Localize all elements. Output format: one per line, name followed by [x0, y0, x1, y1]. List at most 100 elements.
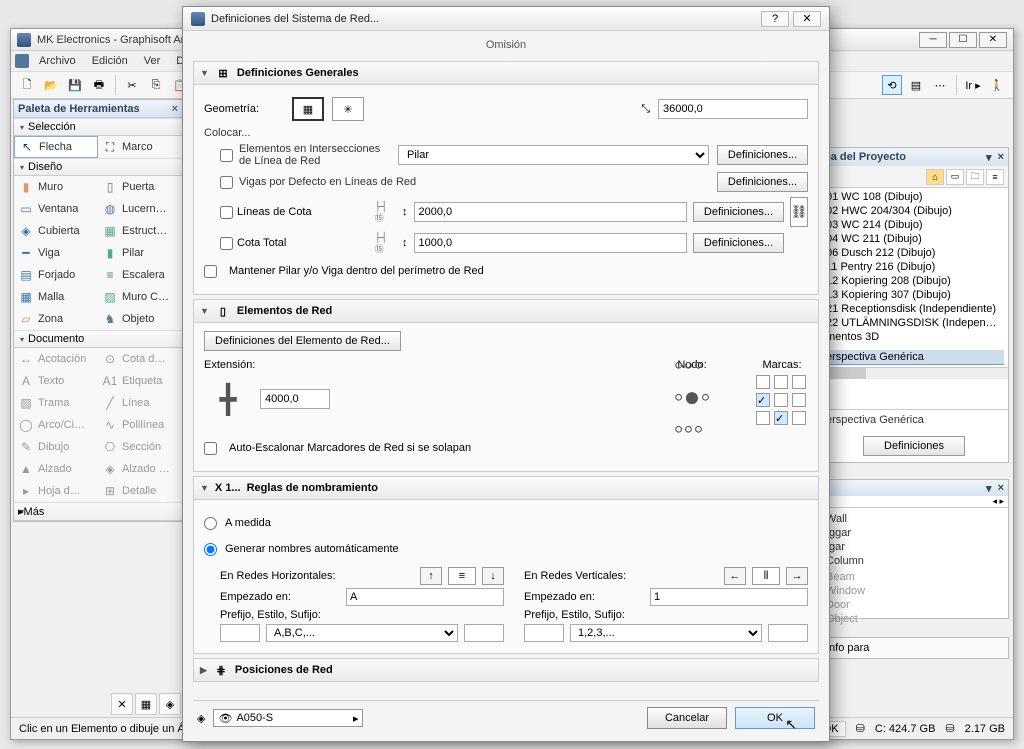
- extension-input[interactable]: [260, 389, 330, 409]
- horiz-prefix-input[interactable]: [220, 624, 260, 642]
- tool-flecha[interactable]: ↖Flecha: [14, 136, 98, 158]
- maximize-button[interactable]: ☐: [949, 32, 977, 48]
- tool-texto[interactable]: ATexto: [14, 370, 98, 392]
- layer-select[interactable]: 👁A050-S▸: [213, 709, 363, 727]
- open-icon[interactable]: 📂: [41, 75, 61, 95]
- tool-marco[interactable]: ⛶Marco: [98, 136, 182, 158]
- tool-arco/ci…[interactable]: ◯Arco/Ci…: [14, 414, 98, 436]
- def-vigas-button[interactable]: Definiciones...: [717, 172, 808, 192]
- tool-pilar[interactable]: ▮Pilar: [98, 242, 182, 264]
- tool-escalera[interactable]: ≡Escalera: [98, 264, 182, 286]
- minimize-button[interactable]: ─: [919, 32, 947, 48]
- new-icon[interactable]: 🗋: [17, 75, 37, 95]
- nav-go-icon[interactable]: Ir ▸: [963, 75, 983, 95]
- list-item[interactable]: 13 Kopiering 307 (Dibujo): [824, 288, 1004, 302]
- pilar-select[interactable]: Pilar: [398, 145, 709, 165]
- tool-etiqueta[interactable]: A1Etiqueta: [98, 370, 182, 392]
- tool-forjado[interactable]: ▤Forjado: [14, 264, 98, 286]
- app-menu-icon[interactable]: [15, 54, 29, 68]
- cancel-button[interactable]: Cancelar: [647, 707, 727, 729]
- def-total-button[interactable]: Definiciones...: [693, 233, 784, 253]
- panel2-close-icon[interactable]: ×: [998, 482, 1004, 495]
- dialog-close-button[interactable]: ✕: [793, 11, 821, 27]
- tool-cubierta[interactable]: ◈Cubierta: [14, 220, 98, 242]
- chk-vigas[interactable]: Vigas por Defecto en Líneas de Red: [220, 176, 709, 189]
- more-icon[interactable]: ⋯: [930, 75, 950, 95]
- bt-grid-icon[interactable]: ▦: [135, 693, 157, 715]
- section-diseno[interactable]: Diseño: [14, 158, 182, 176]
- layer-icon[interactable]: ◈: [197, 712, 205, 725]
- tool-hoja d…[interactable]: ▸Hoja d…: [14, 480, 98, 502]
- total-input[interactable]: [414, 233, 687, 253]
- list-item[interactable]: mentos 3D: [824, 330, 1004, 344]
- tool-línea[interactable]: ╱Línea: [98, 392, 182, 414]
- section-nombramiento[interactable]: ▼ X 1... Reglas de nombramiento: [193, 476, 819, 500]
- tool-malla[interactable]: ▦Malla: [14, 286, 98, 308]
- copy-icon[interactable]: ⎘: [146, 75, 166, 95]
- tool-cota d…[interactable]: ⊙Cota d…: [98, 348, 182, 370]
- tool-puerta[interactable]: ▯Puerta: [98, 176, 182, 198]
- horiz-start-input[interactable]: [346, 588, 504, 606]
- chk-autoescalonar[interactable]: Auto-Escalonar Marcadores de Red si se s…: [204, 437, 808, 459]
- layers-icon[interactable]: ▤: [906, 75, 926, 95]
- section-seleccion[interactable]: Selección: [14, 118, 182, 136]
- bt-close-icon[interactable]: ✕: [111, 693, 133, 715]
- folder-icon[interactable]: 🗀: [966, 169, 984, 185]
- geom-grid-icon[interactable]: ▦: [292, 97, 324, 121]
- print-icon[interactable]: 🖶: [89, 75, 109, 95]
- vert-suffix-input[interactable]: [768, 624, 808, 642]
- layers-list[interactable]: WallìggarìgarColumnBeamWindowDoorObject: [820, 508, 1008, 630]
- tool-alzado[interactable]: ▲Alzado: [14, 458, 98, 480]
- layer-item[interactable]: Beam: [826, 570, 1002, 584]
- tool-muro c…[interactable]: ▨Muro C…: [98, 286, 182, 308]
- def-pilar-button[interactable]: Definiciones...: [717, 145, 808, 165]
- list-item[interactable]: 02 HWC 204/304 (Dibujo): [824, 204, 1004, 218]
- panel2-menu-icon[interactable]: ▾: [986, 482, 992, 495]
- tool-viga[interactable]: ━Viga: [14, 242, 98, 264]
- panel-close-icon[interactable]: ×: [998, 151, 1004, 164]
- radio-auto[interactable]: Generar nombres automáticamente: [204, 538, 808, 560]
- dir-right-button[interactable]: →: [786, 567, 808, 585]
- ok-button[interactable]: OK: [735, 707, 815, 729]
- tool-objeto[interactable]: ♞Objeto: [98, 308, 182, 330]
- layer-item[interactable]: ìggar: [826, 526, 1002, 540]
- tool-muro[interactable]: ▮Muro: [14, 176, 98, 198]
- selected-view[interactable]: erspectiva Genérica: [824, 350, 1004, 365]
- dir-left-button[interactable]: ←: [724, 567, 746, 585]
- tool-ventana[interactable]: ▭Ventana: [14, 198, 98, 220]
- help-button[interactable]: ?: [761, 11, 789, 27]
- section-mas[interactable]: ▸ Más: [14, 502, 182, 521]
- chk-cota[interactable]: Líneas de Cota: [220, 206, 360, 219]
- tool-polilínea[interactable]: ∿Polilínea: [98, 414, 182, 436]
- tool-estruct…[interactable]: ▦Estruct…: [98, 220, 182, 242]
- chk-total[interactable]: Cota Total: [220, 237, 360, 250]
- def-cota-button[interactable]: Definiciones...: [693, 202, 784, 222]
- vert-start-input[interactable]: [650, 588, 808, 606]
- section-posiciones[interactable]: ▶ ⋕ Posiciones de Red: [193, 658, 819, 682]
- tool-lucern…[interactable]: ◍Lucern…: [98, 198, 182, 220]
- list-item[interactable]: 06 Dusch 212 (Dibujo): [824, 246, 1004, 260]
- tool-sección[interactable]: ⎔Sección: [98, 436, 182, 458]
- tool-detalle[interactable]: ⊞Detalle: [98, 480, 182, 502]
- menu-archivo[interactable]: Archivo: [33, 53, 82, 69]
- geometria-input[interactable]: [658, 99, 808, 119]
- list-item[interactable]: 22 UTLÄMNINGSDISK (Independiente): [824, 316, 1004, 330]
- layer-item[interactable]: Column: [826, 554, 1002, 568]
- list-item[interactable]: 03 WC 214 (Dibujo): [824, 218, 1004, 232]
- panel-menu-icon[interactable]: ▾: [986, 151, 992, 164]
- save-icon[interactable]: 💾: [65, 75, 85, 95]
- walk-icon[interactable]: 🚶: [987, 75, 1007, 95]
- vert-style-select[interactable]: 1,2,3,...: [570, 624, 762, 642]
- close-button[interactable]: ✕: [979, 32, 1007, 48]
- list-item[interactable]: 12 Kopiering 208 (Dibujo): [824, 274, 1004, 288]
- section-elementos[interactable]: ▼ ▯ Elementos de Red: [193, 299, 819, 323]
- tool-alzado …[interactable]: ◈Alzado …: [98, 458, 182, 480]
- horiz-suffix-input[interactable]: [464, 624, 504, 642]
- home-icon[interactable]: ⌂: [926, 169, 944, 185]
- menu-ver[interactable]: Ver: [138, 53, 167, 69]
- palette-close-icon[interactable]: ×: [172, 103, 178, 115]
- dialog-titlebar[interactable]: Definiciones del Sistema de Red... ? ✕: [183, 7, 829, 31]
- tool-trama[interactable]: ▨Trama: [14, 392, 98, 414]
- section-documento[interactable]: Documento: [14, 330, 182, 348]
- bt-opt-icon[interactable]: ◈: [159, 693, 181, 715]
